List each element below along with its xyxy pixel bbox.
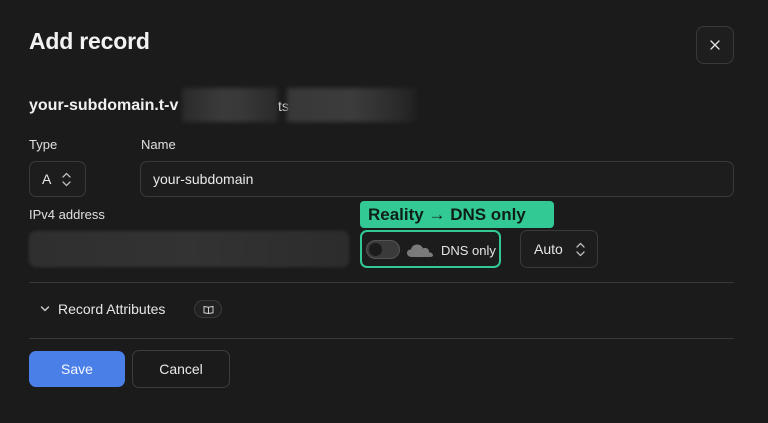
cloud-icon bbox=[407, 244, 433, 257]
ttl-value: Auto bbox=[534, 241, 563, 257]
type-select[interactable]: A bbox=[29, 161, 86, 197]
divider bbox=[29, 338, 734, 339]
save-button[interactable]: Save bbox=[29, 351, 125, 387]
close-icon bbox=[710, 40, 720, 50]
redacted-domain-part-1 bbox=[182, 88, 278, 122]
redacted-domain-part-2 bbox=[287, 88, 417, 122]
chevron-updown-icon bbox=[62, 172, 71, 187]
name-label: Name bbox=[141, 137, 176, 152]
type-label: Type bbox=[29, 137, 58, 152]
record-fqdn: your-subdomain.t-v bbox=[29, 97, 179, 114]
name-input[interactable] bbox=[140, 161, 734, 197]
proxy-status-label: DNS only bbox=[441, 243, 496, 258]
ipv4-label: IPv4 address bbox=[29, 207, 105, 222]
cancel-button[interactable]: Cancel bbox=[132, 350, 230, 388]
proxy-toggle[interactable] bbox=[366, 240, 400, 259]
record-attributes-label: Record Attributes bbox=[58, 301, 166, 317]
toggle-knob bbox=[369, 243, 382, 256]
add-record-dialog: Add record your-subdomain.t-v ts Type Na… bbox=[0, 0, 768, 423]
record-attributes-toggle[interactable]: Record Attributes bbox=[40, 298, 165, 320]
dialog-title: Add record bbox=[29, 28, 150, 54]
divider bbox=[29, 282, 734, 283]
annotation-label: Reality → DNS only bbox=[360, 201, 554, 228]
chevron-down-icon bbox=[40, 306, 50, 312]
book-icon bbox=[203, 305, 213, 314]
proxy-status-control[interactable]: DNS only bbox=[360, 230, 501, 268]
ipv4-input[interactable] bbox=[29, 231, 349, 267]
docs-badge[interactable] bbox=[194, 300, 222, 318]
type-value: A bbox=[42, 171, 52, 187]
ttl-select[interactable]: Auto bbox=[520, 230, 598, 268]
close-button[interactable] bbox=[696, 26, 734, 64]
chevron-updown-icon bbox=[576, 242, 585, 257]
